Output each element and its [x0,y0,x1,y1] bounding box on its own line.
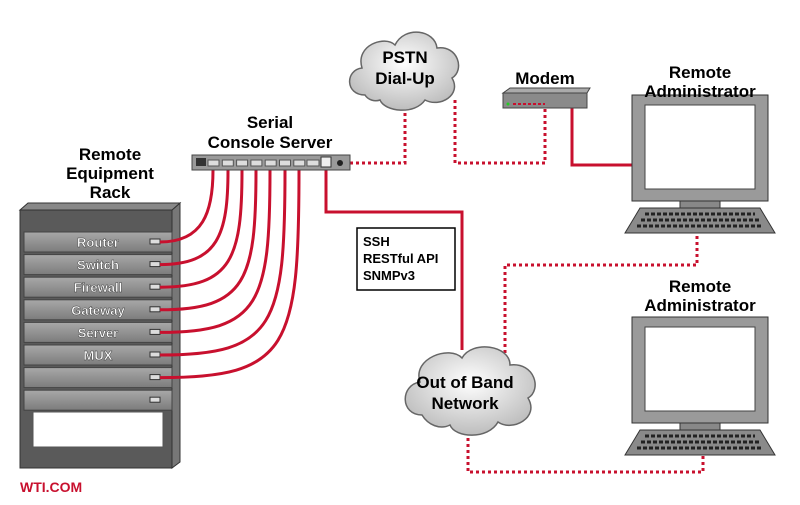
serial-console-server [191,154,351,171]
admin1-label-1: Remote [669,63,731,82]
rack-unit-label: Firewall [74,280,122,295]
monitor-screen [644,326,756,412]
protocol-ssh: SSH [363,234,390,249]
console-port-icon [250,159,263,167]
console-port-icon [236,159,249,167]
admin-computer-2 [624,316,776,456]
admin2-label-1: Remote [669,277,731,296]
console-title-2: Console Server [208,133,333,152]
console-port-icon [279,159,291,167]
serial-port-icon [149,306,161,313]
link-console-pstn [350,110,407,165]
protocol-snmp: SNMPv3 [363,268,415,283]
modem-label: Modem [515,69,575,88]
network-diagram: Router Switch Firewall Gateway Server MUX Rem… [0,0,800,505]
console-port-icon [207,159,220,167]
link-modem-admin1 [570,108,640,167]
rack-unit: Firewall [23,276,173,298]
rack-unit-label: Switch [77,258,119,273]
rack-unit: Switch [23,254,173,276]
rack-title-3: Rack [90,183,131,202]
rack-unit: MUX [23,344,173,366]
rack-unit: Gateway [23,299,173,321]
serial-port-icon [149,396,161,403]
oob-label-1: Out of Band [416,373,513,392]
console-port-icon [221,159,234,167]
rack-title-2: Equipment [66,164,154,183]
rack-unit [23,367,173,389]
console-port-icon [264,159,277,167]
console-port-icon [293,159,306,167]
rack-unit-label: Router [77,235,119,250]
pstn-label-1: PSTN [382,48,427,67]
serial-port-icon [149,351,161,358]
rack-unit-label: Gateway [71,303,125,318]
console-title-1: Serial [247,113,293,132]
modem [501,87,591,109]
pstn-label-2: Dial-Up [375,69,435,88]
admin2-label-2: Administrator [644,296,756,315]
serial-port-icon [149,261,161,268]
protocol-rest: RESTful API [363,251,438,266]
brand-logo: WTI.COM [20,479,82,495]
rack-unit-label: Server [78,325,118,340]
rack-unit: Router [23,231,173,253]
rack-unit-label: MUX [84,348,113,363]
rack-title-1: Remote [79,145,141,164]
serial-port-icon [149,238,161,245]
admin1-label-2: Administrator [644,82,756,101]
link-pstn-modem [453,100,547,165]
serial-port-icon [149,328,161,335]
admin-computer-1 [624,94,776,234]
monitor-screen [644,104,756,190]
rack-unit: Server [23,321,173,343]
serial-port-icon [149,283,161,290]
rack-unit [23,389,173,411]
oob-label-2: Network [431,394,499,413]
equipment-rack: Router Switch Firewall Gateway Server MUX [18,201,182,469]
serial-port-icon [149,374,161,381]
